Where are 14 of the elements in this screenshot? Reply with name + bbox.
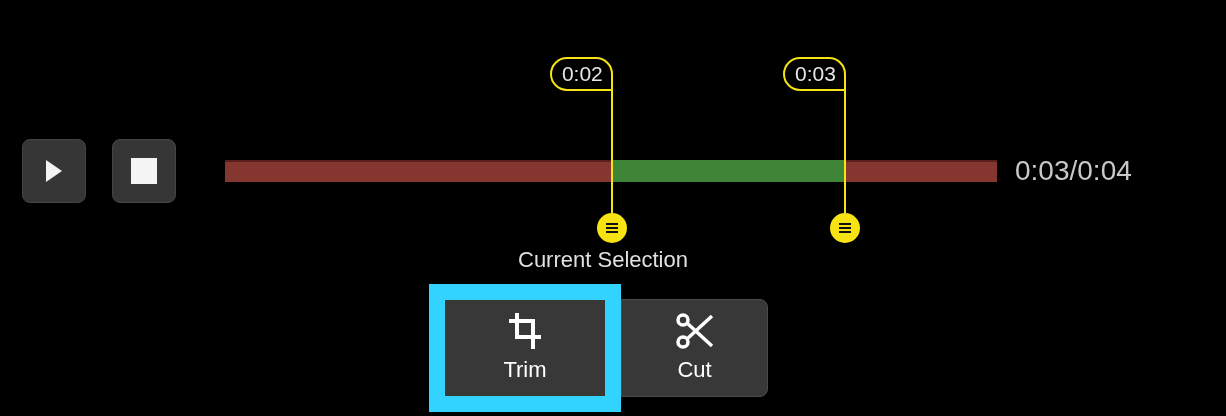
section-title: Current Selection — [517, 247, 689, 273]
play-icon — [45, 159, 63, 183]
time-readout: 0:03/0:04 — [1015, 155, 1132, 187]
cut-button[interactable]: Cut — [621, 299, 768, 397]
marker-time: 0:03 — [783, 57, 846, 91]
handle-icon[interactable] — [829, 213, 860, 243]
marker-time: 0:02 — [549, 57, 613, 91]
stop-icon — [131, 158, 157, 184]
handle-icon[interactable] — [596, 213, 627, 243]
scissors-icon — [675, 313, 714, 349]
crop-icon — [509, 313, 541, 349]
stop-button[interactable] — [112, 139, 176, 203]
play-button[interactable] — [22, 139, 86, 203]
timeline-track[interactable] — [225, 160, 997, 182]
